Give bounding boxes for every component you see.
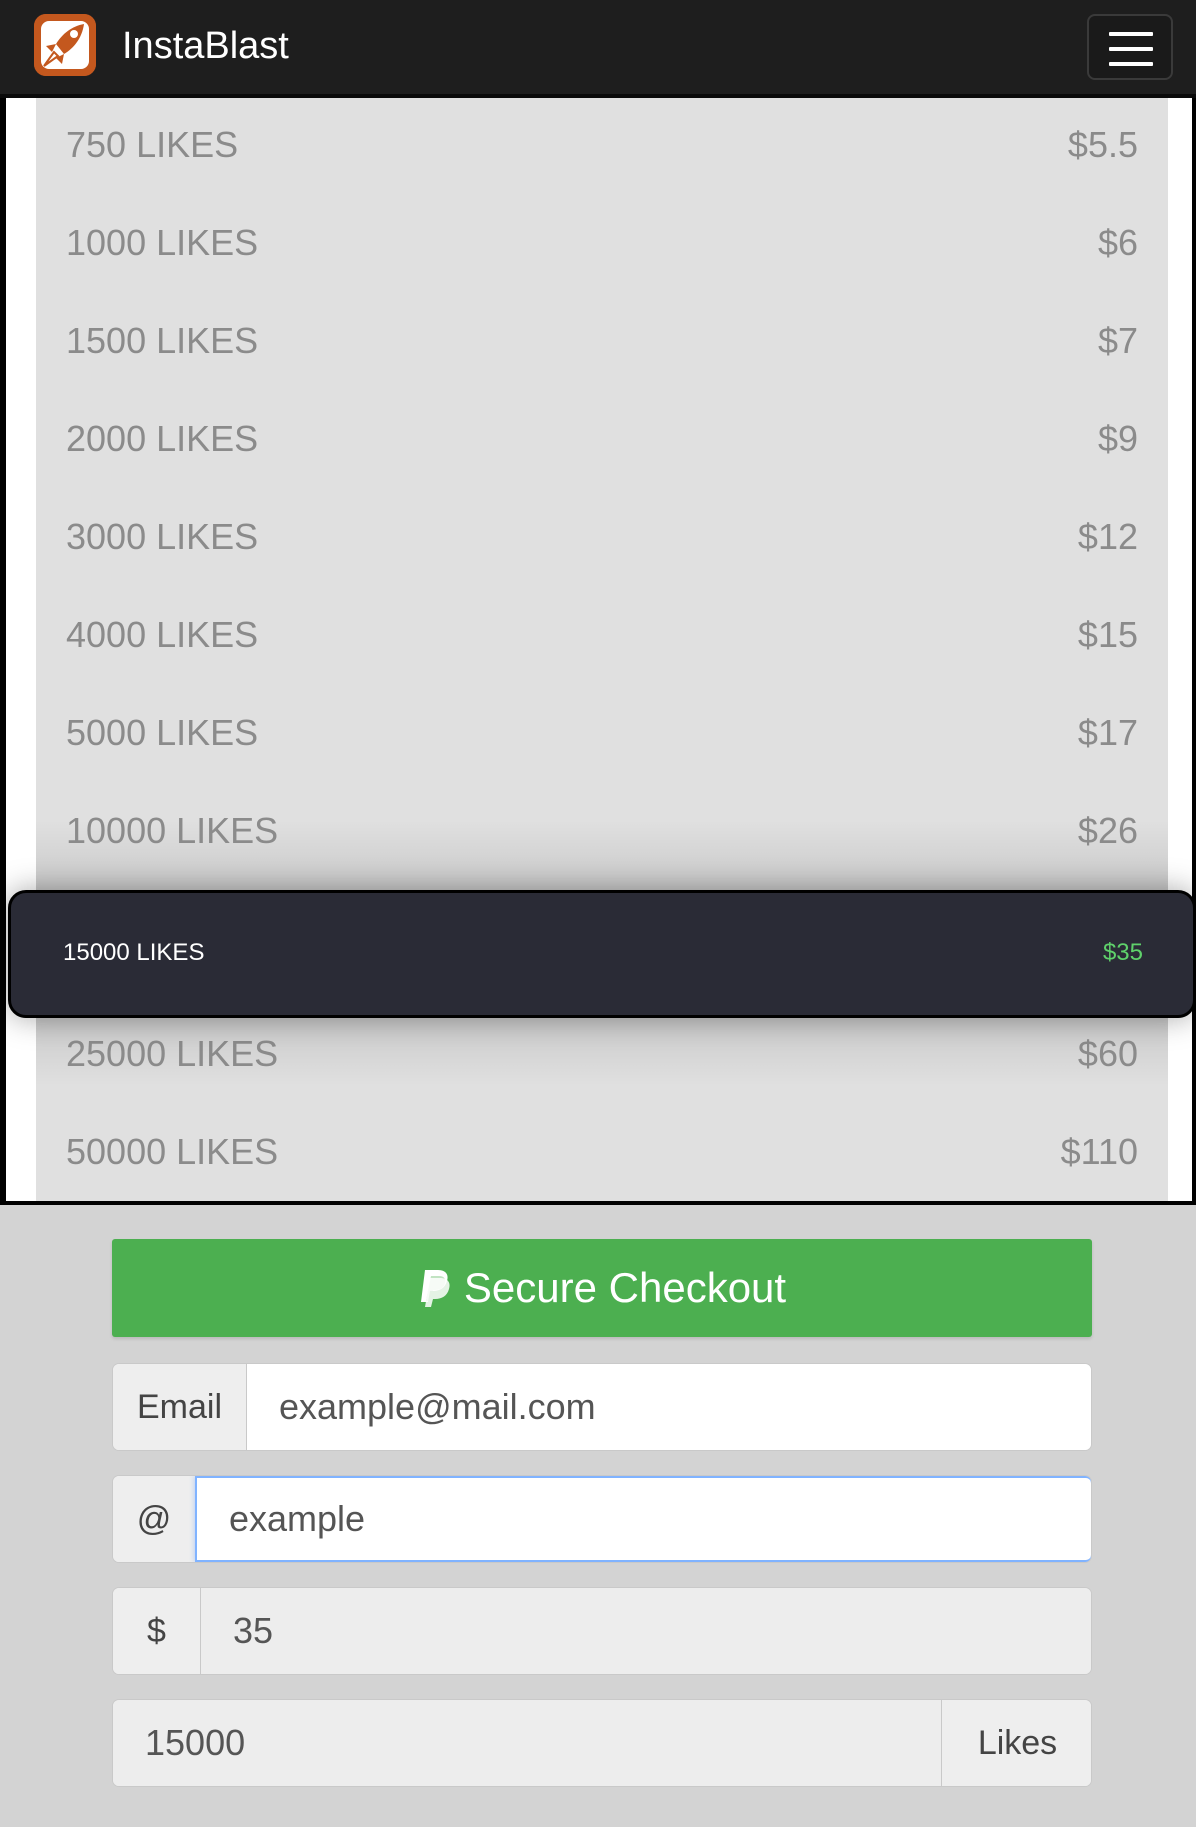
secure-checkout-label: Secure Checkout xyxy=(463,1264,787,1311)
package-row-1500[interactable]: 1500 LIKES $7 xyxy=(36,294,1168,392)
checkout-panel: Secure Checkout Email example@mail.com @… xyxy=(0,1205,1196,1827)
package-price: $15 xyxy=(1077,614,1138,655)
package-row-50000[interactable]: 50000 LIKES $110 xyxy=(36,1105,1168,1201)
package-row-5000[interactable]: 5000 LIKES $17 xyxy=(36,686,1168,784)
brand-name[interactable]: InstaBlast xyxy=(122,24,289,68)
package-price: $7 xyxy=(1097,320,1138,361)
dollar-addon: $ xyxy=(113,1588,201,1674)
package-price: $9 xyxy=(1097,418,1138,459)
package-list: 750 LIKES $5.5 1000 LIKES $6 1500 LIKES … xyxy=(0,98,1196,1205)
package-quantity: 25000 LIKES xyxy=(66,1033,279,1074)
selected-package-quantity: 15000 LIKES xyxy=(63,939,205,966)
likes-input-group: 15000 Likes xyxy=(112,1699,1092,1787)
package-quantity: 2000 LIKES xyxy=(66,418,259,459)
email-addon: Email xyxy=(113,1364,247,1450)
selected-package-price: $35 xyxy=(1102,939,1143,966)
price-input-group: $ 35 xyxy=(112,1587,1092,1675)
likes-field[interactable]: 15000 xyxy=(113,1700,941,1786)
email-field[interactable]: example@mail.com xyxy=(247,1364,1091,1450)
email-input-group: Email example@mail.com xyxy=(112,1363,1092,1451)
package-row-750[interactable]: 750 LIKES $5.5 xyxy=(36,98,1168,196)
package-price: $5.5 xyxy=(1067,124,1138,165)
package-price: $17 xyxy=(1077,712,1138,753)
package-row-4000[interactable]: 4000 LIKES $15 xyxy=(36,588,1168,686)
top-navbar: InstaBlast xyxy=(0,0,1196,98)
package-price: $60 xyxy=(1077,1033,1138,1074)
package-price: $110 xyxy=(1060,1131,1138,1172)
selected-package-row[interactable]: 15000 LIKES $35 xyxy=(8,890,1196,1018)
secure-checkout-button[interactable]: Secure Checkout xyxy=(112,1239,1092,1337)
package-quantity: 5000 LIKES xyxy=(66,712,259,753)
package-quantity: 750 LIKES xyxy=(66,124,239,165)
package-price: $12 xyxy=(1077,516,1138,557)
package-quantity: 50000 LIKES xyxy=(66,1131,279,1172)
package-quantity: 10000 LIKES xyxy=(66,810,279,851)
package-quantity: 1000 LIKES xyxy=(66,222,259,263)
package-price: $6 xyxy=(1097,222,1138,263)
package-quantity: 4000 LIKES xyxy=(66,614,259,655)
username-input-group: @ example xyxy=(112,1475,1092,1563)
package-quantity: 3000 LIKES xyxy=(66,516,259,557)
paypal-icon xyxy=(420,1270,450,1307)
price-field[interactable]: 35 xyxy=(201,1588,1091,1674)
package-row-1000[interactable]: 1000 LIKES $6 xyxy=(36,196,1168,294)
hamburger-menu-icon[interactable] xyxy=(1087,14,1173,80)
package-row-10000[interactable]: 10000 LIKES $26 xyxy=(36,784,1168,882)
package-row-3000[interactable]: 3000 LIKES $12 xyxy=(36,490,1168,588)
at-sign-addon: @ xyxy=(113,1476,195,1562)
package-row-25000[interactable]: 25000 LIKES $60 xyxy=(36,1007,1168,1105)
likes-addon: Likes xyxy=(941,1700,1091,1786)
package-row-2000[interactable]: 2000 LIKES $9 xyxy=(36,392,1168,490)
username-field[interactable]: example xyxy=(195,1476,1091,1562)
package-quantity: 1500 LIKES xyxy=(66,320,259,361)
rocket-logo-icon[interactable] xyxy=(34,14,96,76)
package-price: $26 xyxy=(1077,810,1138,851)
